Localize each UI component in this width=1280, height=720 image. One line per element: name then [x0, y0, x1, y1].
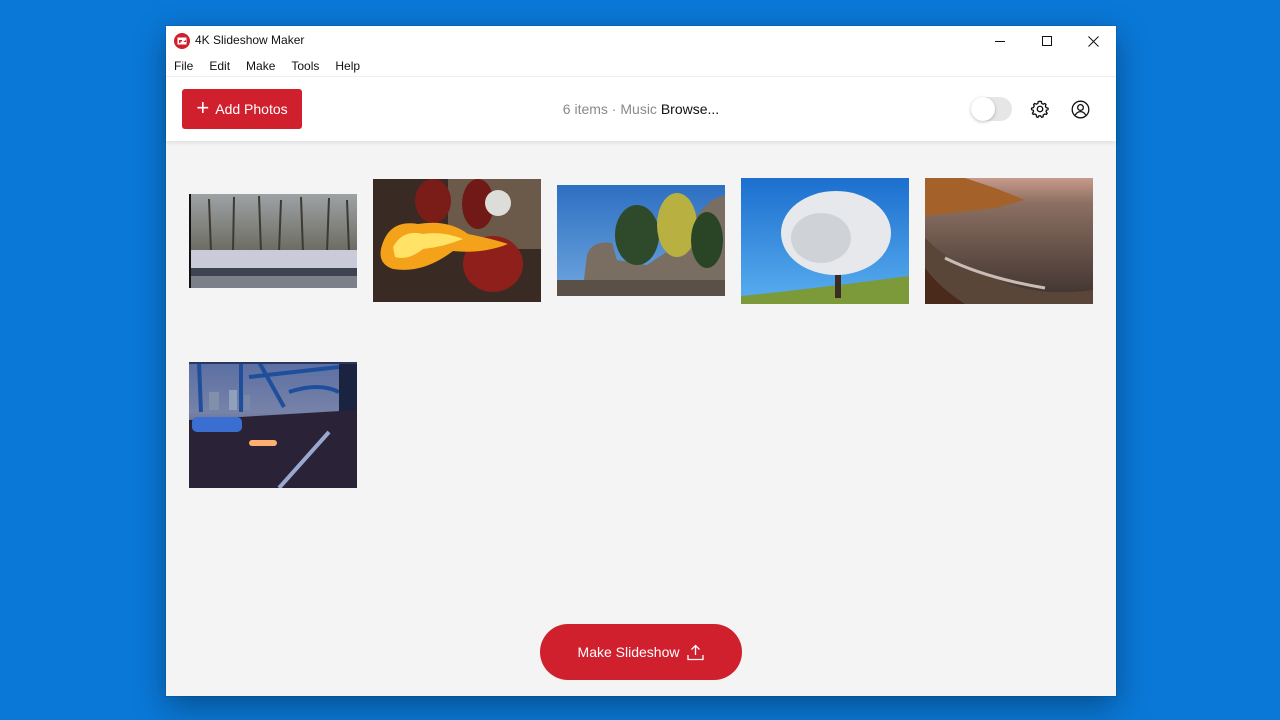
account-button[interactable] [1069, 98, 1091, 120]
app-window: 4K Slideshow Maker File Edit Make Tools … [166, 26, 1116, 696]
photo-thumbnail[interactable] [741, 178, 909, 304]
smart-mode-toggle[interactable] [971, 97, 1012, 121]
items-count: 6 items [562, 101, 608, 117]
music-label: Music [620, 101, 657, 117]
maximize-icon [1042, 36, 1052, 46]
user-circle-icon [1071, 100, 1089, 118]
menu-file[interactable]: File [174, 59, 193, 73]
menu-bar: File Edit Make Tools Help [166, 56, 1116, 76]
app-logo-icon [174, 33, 190, 49]
menu-tools[interactable]: Tools [291, 59, 319, 73]
menu-make[interactable]: Make [246, 59, 275, 73]
minimize-button[interactable] [977, 26, 1023, 56]
menu-help[interactable]: Help [335, 59, 360, 73]
separator: · [607, 101, 621, 117]
photo-thumbnail[interactable] [189, 194, 357, 288]
close-icon [1087, 35, 1099, 47]
make-slideshow-button[interactable]: Make Slideshow [540, 624, 742, 680]
maximize-button[interactable] [1024, 26, 1070, 56]
minimize-icon [995, 41, 1005, 42]
gear-icon [1030, 100, 1049, 119]
toggle-knob [971, 97, 995, 121]
settings-button[interactable] [1029, 98, 1051, 120]
close-button[interactable] [1070, 26, 1116, 56]
photo-thumbnail[interactable] [925, 178, 1093, 304]
make-slideshow-label: Make Slideshow [577, 644, 680, 660]
window-title: 4K Slideshow Maker [195, 33, 305, 47]
upload-icon [687, 644, 705, 660]
photo-thumbnail[interactable] [557, 185, 725, 296]
browse-music-link[interactable]: Browse... [661, 101, 719, 117]
photo-thumbnail[interactable] [373, 179, 541, 302]
menu-edit[interactable]: Edit [209, 59, 230, 73]
toolbar: + Add Photos 6 items · Music Browse... [166, 76, 1116, 141]
title-bar[interactable]: 4K Slideshow Maker [166, 26, 1116, 56]
photo-thumbnail[interactable] [189, 362, 357, 488]
